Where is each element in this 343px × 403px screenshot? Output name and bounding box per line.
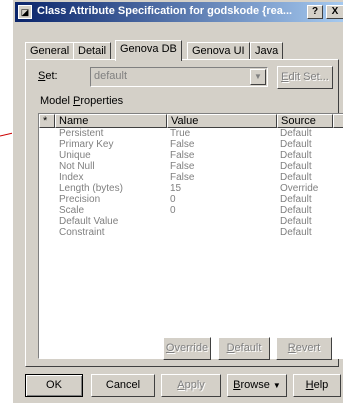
row-source: Default xyxy=(280,161,312,172)
row-name: Scale xyxy=(59,205,85,216)
column-header-source[interactable]: Source xyxy=(277,114,333,128)
help-icon[interactable]: ? xyxy=(307,5,323,19)
default-button[interactable]: Default xyxy=(218,337,270,360)
chevron-down-icon: ▼ xyxy=(272,381,281,390)
table-row[interactable]: Primary Key False Default xyxy=(39,139,343,150)
column-header-name[interactable]: Name xyxy=(55,114,167,128)
row-value: 0 xyxy=(170,205,176,216)
revert-button[interactable]: Revert xyxy=(276,337,332,360)
column-header-marker[interactable]: * xyxy=(39,114,55,128)
row-name: Default Value xyxy=(59,216,119,227)
close-icon[interactable]: X xyxy=(326,5,343,19)
dialog-icon: ◪ xyxy=(18,5,32,19)
tab-genova-ui[interactable]: Genova UI xyxy=(187,42,250,60)
column-header-filler xyxy=(333,114,343,128)
row-name: Persistent xyxy=(59,128,104,139)
row-name: Precision xyxy=(59,194,101,205)
row-name: Index xyxy=(59,172,84,183)
cancel-button[interactable]: Cancel xyxy=(91,374,155,397)
row-source: Default xyxy=(280,216,312,227)
tab-genova-db[interactable]: Genova DB xyxy=(115,40,182,61)
title-bar[interactable]: ◪ Class Attribute Specification for gods… xyxy=(15,2,343,22)
ok-button[interactable]: OK xyxy=(25,374,83,397)
table-row[interactable]: Not Null False Default xyxy=(39,161,343,172)
set-label: Set: xyxy=(38,70,58,82)
row-source: Override xyxy=(280,183,319,194)
row-name: Constraint xyxy=(59,227,105,238)
table-row[interactable]: Unique False Default xyxy=(39,150,343,161)
dropdown-arrow-icon[interactable]: ▼ xyxy=(250,69,266,85)
browse-button[interactable]: Browse ▼ xyxy=(227,374,287,397)
row-value: False xyxy=(170,150,195,161)
row-value: 15 xyxy=(170,183,182,194)
row-source: Default xyxy=(280,139,312,150)
override-button[interactable]: Override xyxy=(163,337,211,360)
genova-db-panel: Set: default ▼ Edit Set... Model Propert… xyxy=(25,59,343,367)
row-value: False xyxy=(170,161,195,172)
row-source: Default xyxy=(280,194,312,205)
edit-set-button[interactable]: Edit Set... xyxy=(277,66,333,89)
column-header-value[interactable]: Value xyxy=(167,114,277,128)
table-header: * Name Value Source xyxy=(39,114,343,128)
table-row[interactable]: Scale 0 Default xyxy=(39,205,343,216)
row-source: Default xyxy=(280,172,312,183)
help-button[interactable]: Help xyxy=(293,374,341,397)
row-value: False xyxy=(170,172,195,183)
dialog-window: ◪ Class Attribute Specification for gods… xyxy=(12,0,343,403)
row-name: Length (bytes) xyxy=(59,183,123,194)
row-value: False xyxy=(170,139,195,150)
model-properties-label: Model Properties xyxy=(40,95,124,107)
table-row[interactable]: Persistent True Default xyxy=(39,128,343,139)
tab-java[interactable]: Java xyxy=(250,42,284,60)
table-row[interactable]: Constraint Default xyxy=(39,227,343,238)
tab-detail[interactable]: Detail xyxy=(73,42,112,60)
row-source: Default xyxy=(280,150,312,161)
table-row[interactable]: Length (bytes) 15 Override xyxy=(39,183,343,194)
table-row[interactable]: Index False Default xyxy=(39,172,343,183)
row-name: Primary Key xyxy=(59,139,114,150)
set-select-value: default xyxy=(94,70,128,82)
set-select[interactable]: default ▼ xyxy=(90,67,268,87)
row-source: Default xyxy=(280,128,312,139)
dialog-title: Class Attribute Specification for godsko… xyxy=(37,5,293,17)
apply-button[interactable]: Apply xyxy=(161,374,221,397)
table-row[interactable]: Precision 0 Default xyxy=(39,194,343,205)
row-name: Unique xyxy=(59,150,91,161)
row-source: Default xyxy=(280,227,312,238)
row-value: 0 xyxy=(170,194,176,205)
table-row[interactable]: Default Value Default xyxy=(39,216,343,227)
row-source: Default xyxy=(280,205,312,216)
tab-general[interactable]: General xyxy=(25,42,75,60)
row-name: Not Null xyxy=(59,161,95,172)
row-value: True xyxy=(170,128,191,139)
properties-table[interactable]: * Name Value Source Persistent True Defa… xyxy=(38,113,343,359)
